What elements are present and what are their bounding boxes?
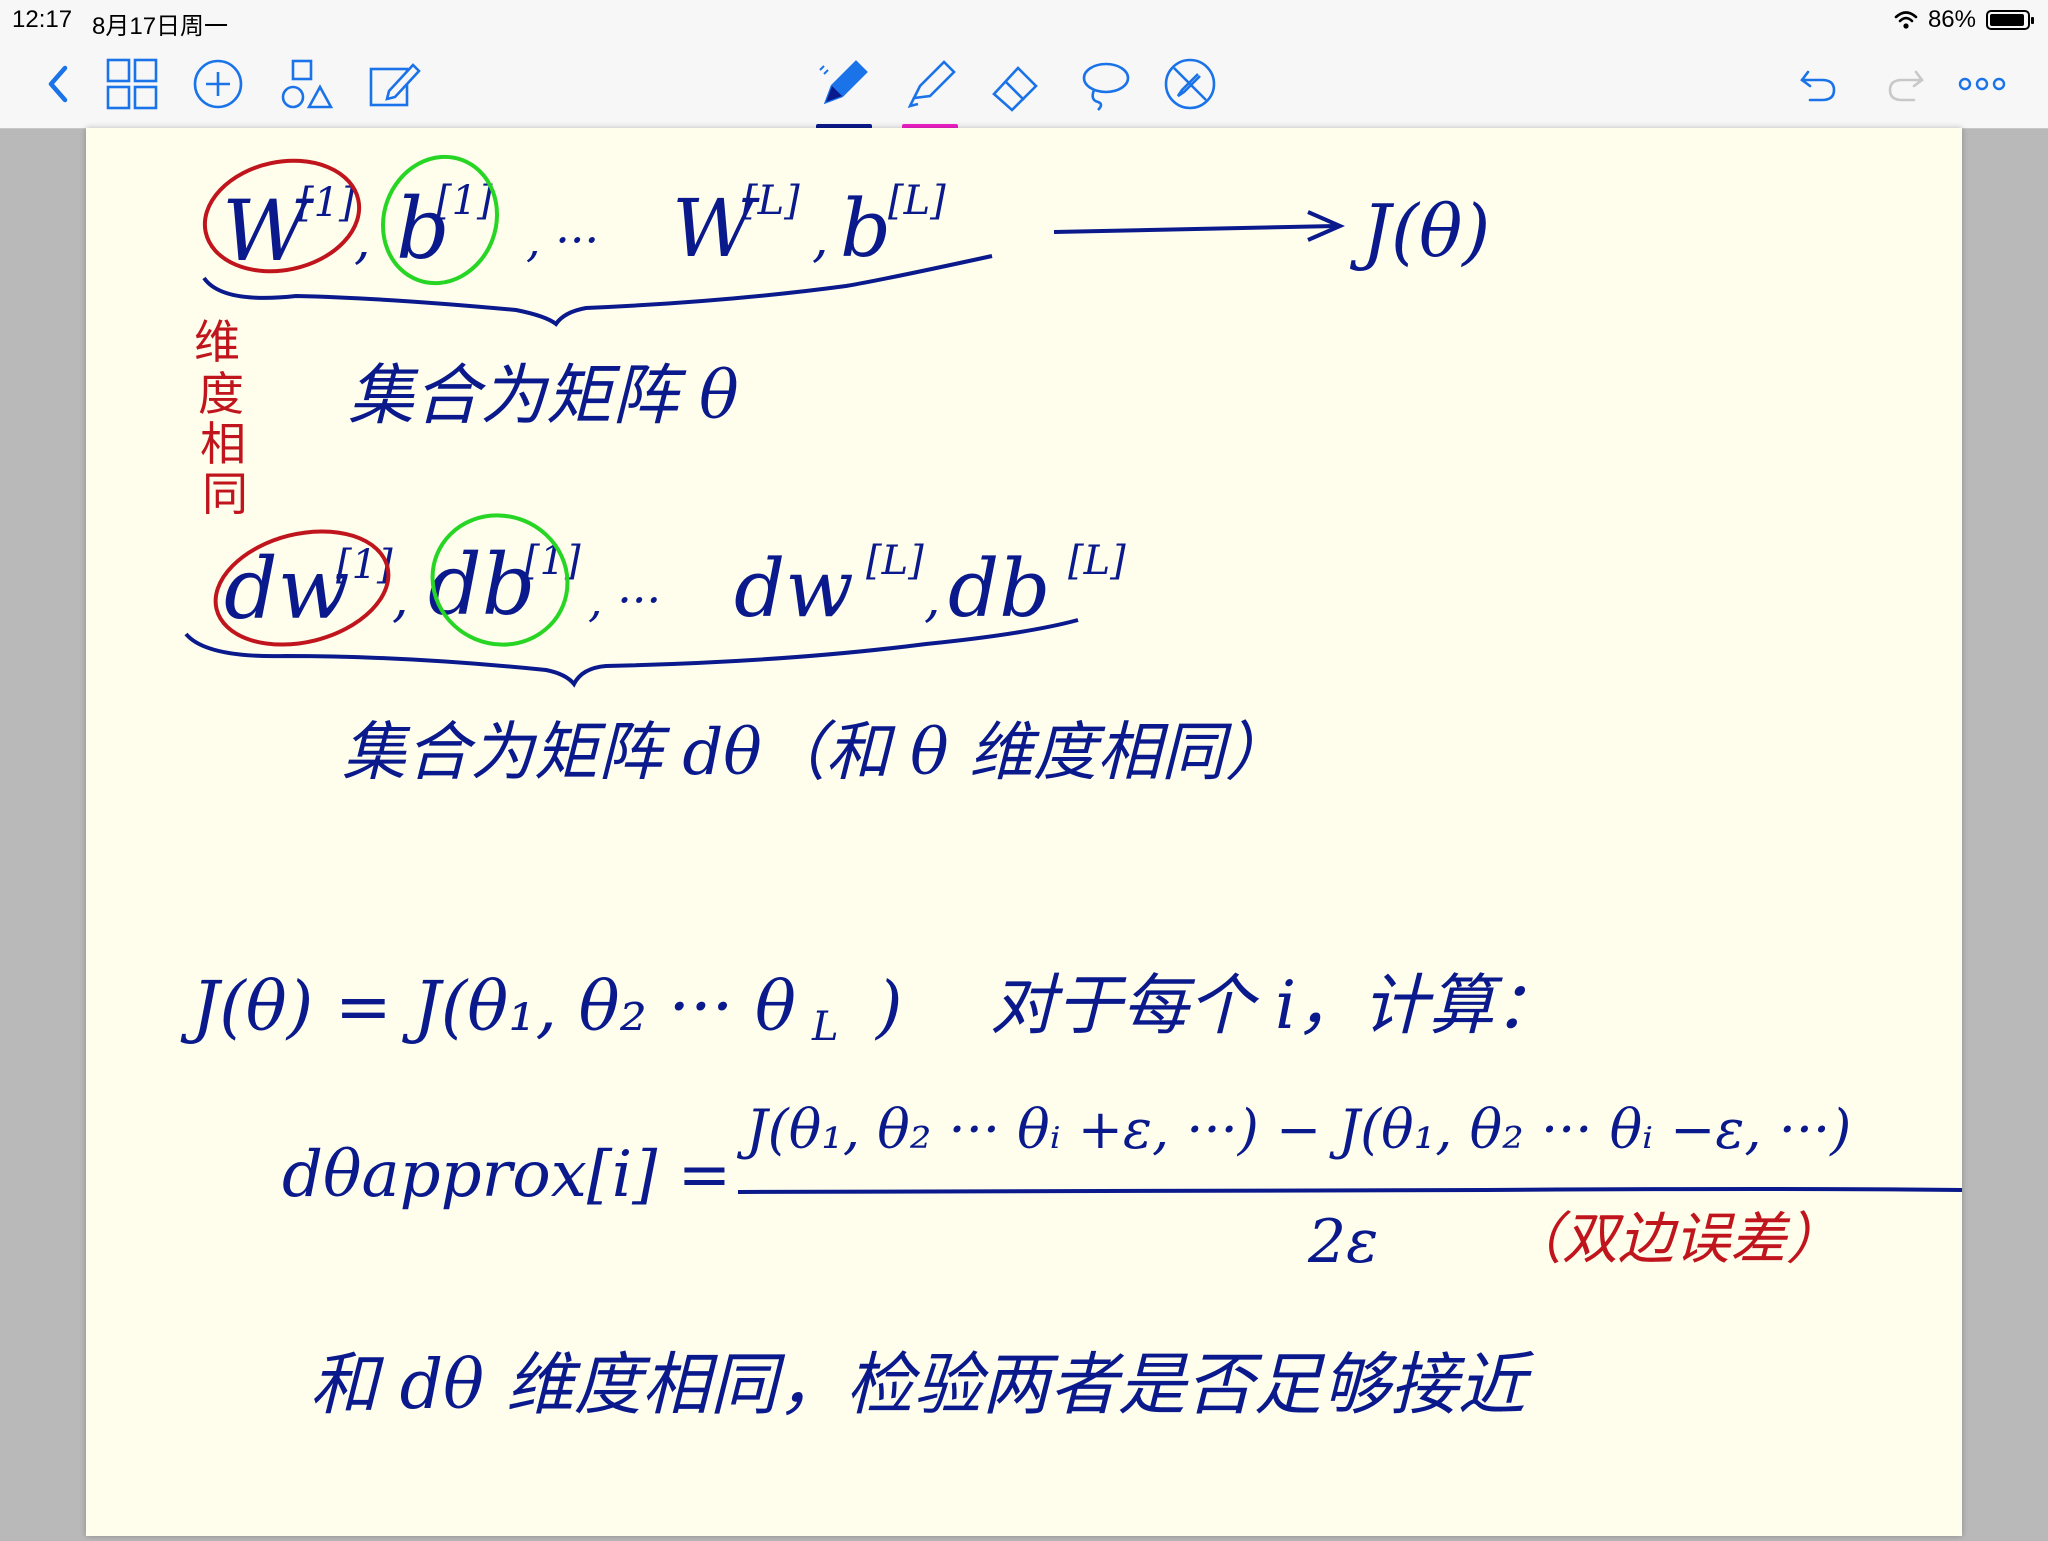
line4-text: 集合为矩阵 dθ（和 θ 维度相同） [342, 716, 1289, 790]
line5-close: ) [874, 968, 903, 1047]
lasso-tool[interactable] [1074, 54, 1134, 114]
wl-sup: [L] [742, 178, 800, 224]
add-icon[interactable] [188, 54, 248, 114]
dots-2: , ··· [588, 573, 661, 627]
eraser-tool[interactable] [986, 54, 1046, 114]
side-note-3: 相 [200, 417, 246, 471]
more-icon[interactable] [1952, 54, 2012, 114]
w1-sup: [1] [298, 180, 355, 226]
dwl-sup: [L] [866, 538, 924, 584]
note-page[interactable]: W [1] , b [1] , ··· W [L] , b [L] J(θ) 维… [86, 128, 1963, 1536]
status-bar: 12:17 8月17日周一 86% [0, 0, 2048, 40]
comma-1: , [354, 211, 371, 271]
dwl-text: dw [734, 542, 854, 635]
line5-sub: L [811, 1004, 839, 1050]
status-time: 12:17 [12, 6, 73, 33]
bl-sup: [L] [888, 178, 946, 224]
line5-left: J(θ) = J(θ₁, θ₂ ··· θ [180, 968, 796, 1047]
undo-icon[interactable] [1788, 54, 1848, 114]
status-right: 86% [1894, 6, 2034, 34]
battery-percent: 86% [1927, 6, 1976, 33]
back-chevron-icon[interactable] [28, 54, 88, 114]
side-note-1: 维 [194, 315, 240, 369]
redo-icon[interactable] [1876, 54, 1936, 114]
formula-numerator: J(θ₁, θ₂ ··· θᵢ +ε, ···) − J(θ₁, θ₂ ··· … [736, 1098, 1851, 1161]
pen-tool[interactable] [810, 54, 878, 132]
dbl-text: db [948, 542, 1050, 635]
wifi-icon [1894, 11, 1918, 29]
highlighter-tool[interactable] [896, 54, 964, 132]
line2-text: 集合为矩阵 θ [348, 357, 739, 434]
dots-1: , ··· [526, 213, 599, 267]
j-theta-text: J(θ) [1349, 189, 1490, 273]
grid-icon[interactable] [102, 54, 162, 114]
fraction-bar [737, 1187, 1963, 1194]
formula-denominator: 2ε [1307, 1207, 1378, 1277]
error-note: （双边误差） [1506, 1207, 1842, 1272]
status-date: 8月17日周一 [92, 13, 229, 40]
db1-sup: [1] [524, 538, 581, 584]
side-note-4: 同 [202, 467, 248, 521]
db1-text: db [428, 536, 536, 634]
b1-sup: [1] [436, 178, 493, 224]
handwriting-canvas: W [1] , b [1] , ··· W [L] , b [L] J(θ) 维… [180, 154, 1963, 1425]
disable-touch-tool[interactable] [1160, 54, 1220, 114]
toolbar [0, 40, 2048, 132]
edit-icon[interactable] [364, 54, 424, 114]
arrow-line [1053, 224, 1337, 234]
side-note-2: 度 [198, 367, 244, 421]
comma-3: , [392, 569, 409, 629]
formula-lhs: dθapprox[i] = [282, 1138, 731, 1212]
bl-text: b [840, 182, 891, 275]
battery-icon [1986, 10, 2034, 30]
line-last: 和 dθ 维度相同，检验两者是否足够接近 [310, 1346, 1535, 1425]
comma-2: , [812, 209, 829, 269]
line5-right: 对于每个 i，计算： [990, 967, 1560, 1044]
dbl-sup: [L] [1068, 538, 1126, 584]
comma-4: , [924, 569, 941, 629]
shapes-icon[interactable] [276, 54, 336, 114]
dw1-sup: [1] [336, 542, 393, 588]
